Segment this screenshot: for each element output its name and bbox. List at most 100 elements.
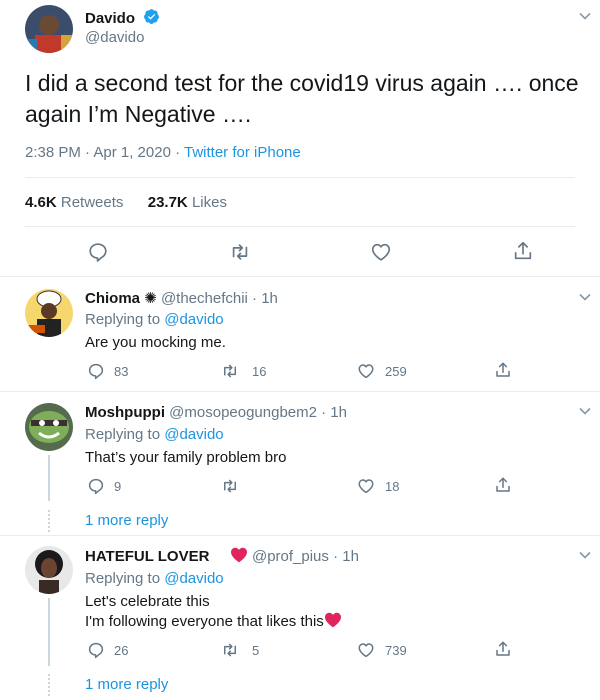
divider — [0, 276, 600, 277]
retweet-button[interactable]: 5 — [220, 641, 259, 659]
replying-to-link[interactable]: @davido — [164, 426, 223, 443]
share-button[interactable] — [494, 476, 512, 494]
reply-text-line: I'm following everyone that likes this — [85, 613, 324, 630]
reply-header: HATEFUL LOVER @prof_pius · 1h — [85, 547, 359, 565]
share-icon — [514, 241, 532, 260]
share-button[interactable] — [512, 240, 534, 262]
heart-icon — [358, 364, 374, 379]
heart-icon — [358, 479, 374, 494]
avatar[interactable] — [25, 5, 73, 53]
share-button[interactable] — [494, 361, 512, 379]
likes-count: 23.7K — [147, 194, 188, 211]
reply-author-name[interactable]: Moshpuppi — [85, 404, 165, 421]
reply-button[interactable] — [87, 241, 109, 263]
reply-count: 26 — [114, 642, 129, 658]
reply-count: 9 — [114, 478, 122, 494]
share-icon — [496, 477, 510, 492]
red-heart-icon — [324, 612, 341, 628]
reply-text-line: That’s your family problem bro — [85, 449, 287, 466]
reply-icon — [88, 363, 104, 380]
reply-text-line: Are you mocking me. — [85, 334, 226, 351]
avatar[interactable] — [25, 289, 73, 337]
chevron-down-icon[interactable] — [577, 289, 593, 310]
retweet-button[interactable] — [228, 241, 252, 263]
reply-header: Chioma ✺ @thechefchii · 1h — [85, 289, 278, 307]
divider — [0, 391, 600, 392]
heart-icon — [371, 243, 391, 261]
share-icon — [496, 641, 510, 656]
red-heart-icon — [230, 547, 247, 563]
reply-header: Moshpuppi @mosopeogungbem2 · 1h — [85, 404, 347, 421]
divider — [25, 177, 575, 178]
tweet-stats: 4.6K Retweets 23.7K Likes — [25, 194, 227, 211]
likes-label: Likes — [191, 194, 227, 211]
like-button[interactable]: 18 — [357, 477, 399, 495]
replying-prefix: Replying to — [85, 426, 161, 443]
retweet-icon — [232, 244, 248, 260]
reply-button[interactable]: 26 — [87, 641, 128, 659]
reply-icon — [88, 478, 104, 495]
retweets-label: Retweets — [60, 194, 124, 211]
reply-text-line: Let's celebrate this — [85, 593, 210, 610]
thread-line — [48, 455, 50, 501]
avatar[interactable] — [25, 546, 73, 594]
reply-button[interactable]: 83 — [87, 362, 128, 380]
reply-text: Let's celebrate this I'm following every… — [85, 592, 342, 632]
divider — [0, 535, 600, 536]
retweet-icon — [224, 364, 236, 378]
chevron-down-icon[interactable] — [577, 547, 593, 568]
like-button[interactable]: 739 — [357, 641, 407, 659]
source-link[interactable]: Twitter for iPhone — [184, 144, 301, 161]
divider — [25, 226, 575, 227]
replying-to-link[interactable]: @davido — [164, 570, 223, 587]
retweet-button[interactable] — [220, 477, 252, 495]
chevron-down-icon[interactable] — [577, 8, 593, 29]
retweet-icon — [224, 643, 236, 657]
retweet-count: 16 — [252, 363, 267, 379]
tweet-meta: 2:38 PM · Apr 1, 2020 · Twitter for iPho… — [25, 144, 301, 161]
more-replies-link[interactable]: 1 more reply — [85, 512, 168, 529]
reply-author-name[interactable]: Chioma — [85, 290, 140, 307]
like-count: 739 — [385, 642, 407, 658]
reply-author-handle[interactable]: @thechefchii · 1h — [161, 290, 278, 307]
retweet-button[interactable]: 16 — [220, 362, 266, 380]
share-button[interactable] — [494, 640, 512, 658]
author-handle[interactable]: @davido — [85, 29, 144, 46]
share-icon — [496, 362, 510, 377]
thread-dots — [48, 510, 50, 532]
replying-to: Replying to @davido — [85, 311, 224, 328]
retweet-count: 5 — [252, 642, 260, 658]
thread-dots — [48, 674, 50, 696]
reply-text: That’s your family problem bro — [85, 448, 286, 468]
thread-line — [48, 598, 50, 666]
like-button[interactable]: 259 — [357, 362, 407, 380]
author-name-text[interactable]: Davido — [85, 10, 135, 27]
sparkle-icon: ✺ — [144, 290, 157, 307]
reply-author-handle[interactable]: @mosopeogungbem2 · 1h — [169, 404, 347, 421]
replying-prefix: Replying to — [85, 311, 161, 328]
author-name[interactable]: Davido — [85, 8, 160, 27]
replying-to: Replying to @davido — [85, 570, 224, 587]
more-replies-link[interactable]: 1 more reply — [85, 676, 168, 693]
retweets-stat[interactable]: 4.6K Retweets — [25, 194, 123, 211]
like-button[interactable] — [370, 241, 392, 263]
like-count: 18 — [385, 478, 400, 494]
tweet-text: I did a second test for the covid19 viru… — [25, 70, 579, 127]
reply-text-line-2: I'm following everyone that likes this — [85, 612, 342, 632]
reply-button[interactable]: 9 — [87, 477, 121, 495]
retweet-icon — [224, 479, 236, 493]
replying-prefix: Replying to — [85, 570, 161, 587]
avatar[interactable] — [25, 403, 73, 451]
reply-text: Are you mocking me. — [85, 333, 226, 353]
timestamp[interactable]: 2:38 PM · Apr 1, 2020 · — [25, 144, 180, 161]
likes-stat[interactable]: 23.7K Likes — [148, 194, 227, 211]
reply-author-name[interactable]: HATEFUL LOVER — [85, 548, 209, 565]
retweets-count: 4.6K — [25, 194, 57, 211]
chevron-down-icon[interactable] — [577, 403, 593, 424]
like-count: 259 — [385, 363, 407, 379]
replying-to-link[interactable]: @davido — [164, 311, 223, 328]
reply-author-handle[interactable]: @prof_pius · 1h — [252, 548, 359, 565]
reply-count: 83 — [114, 363, 129, 379]
replying-to: Replying to @davido — [85, 426, 224, 443]
reply-icon — [88, 642, 104, 659]
